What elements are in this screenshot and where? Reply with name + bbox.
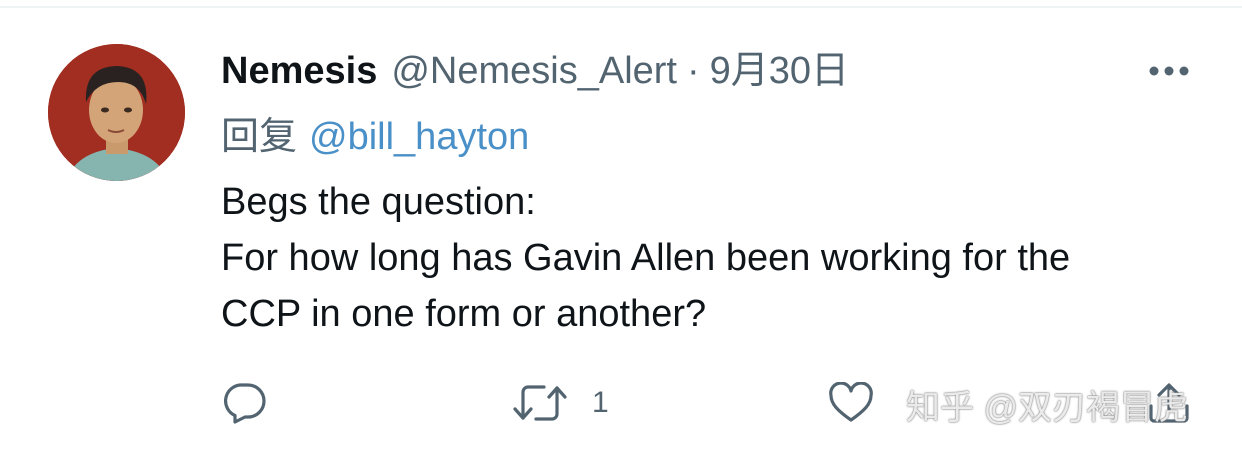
more-options-button[interactable] [1146,56,1192,86]
tweet-text-line: Begs the question: [221,181,536,223]
tweet-text-line: For how long has Gavin Allen been workin… [221,237,1071,279]
reply-prefix: 回复 [221,116,298,158]
share-button[interactable] [1146,378,1192,428]
reply-button[interactable] [221,378,291,428]
reply-bubble-icon [224,383,266,424]
tweet-text: Begs the question: For how long has Gavi… [221,174,1211,342]
tweet-card: Nemesis @Nemesis_Alert · 9月30日 回复 @bill_h… [0,0,1242,460]
retweet-icon [513,385,567,421]
retweet-button[interactable]: 1 [512,378,609,428]
tweet-text-line: CCP in one form or another? [221,293,707,335]
like-button[interactable] [828,378,898,428]
reply-context: 回复 @bill_hayton [221,112,529,162]
tweet-date[interactable]: 9月30日 [710,46,849,96]
separator-dot: · [686,50,700,92]
heart-icon [829,382,873,422]
share-icon [1149,383,1189,423]
retweet-count: 1 [592,386,609,419]
display-name[interactable]: Nemesis [221,46,377,96]
tweet-header: Nemesis @Nemesis_Alert · 9月30日 [221,46,849,96]
user-handle[interactable]: @Nemesis_Alert [391,46,677,96]
reply-mention-link[interactable]: @bill_hayton [309,116,529,158]
more-dots-icon [1149,66,1189,76]
avatar-image [48,44,185,181]
top-divider [0,6,1242,8]
avatar[interactable] [48,44,185,181]
